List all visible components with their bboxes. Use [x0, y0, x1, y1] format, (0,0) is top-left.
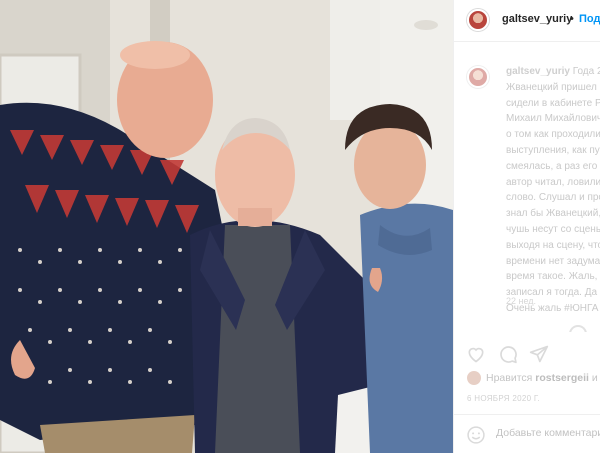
add-comment-bar: [454, 414, 600, 453]
likes-summary[interactable]: Нравится rostsergeii и: [467, 371, 598, 385]
photo-illustration: [0, 0, 453, 453]
caption-avatar[interactable]: [467, 66, 489, 88]
likes-prefix: Нравится: [486, 371, 536, 384]
caption-body: galtsev_yuriy Года 2 назад Жванецкий при…: [506, 64, 600, 317]
caption-username[interactable]: galtsev_yuriy: [506, 66, 570, 77]
share-icon[interactable]: [529, 344, 549, 364]
post-actions: [454, 340, 600, 370]
post-header: galtsev_yuriy • Подписаться: [454, 0, 600, 42]
post-date[interactable]: 6 НОЯБРЯ 2020 Г.: [467, 394, 540, 403]
smile-icon[interactable]: [466, 425, 486, 445]
post-sidebar: galtsev_yuriy • Подписаться galtsev_yuri…: [453, 0, 600, 453]
comment-icon[interactable]: [498, 344, 518, 364]
likes-suffix: и: [588, 371, 598, 384]
post-photo[interactable]: [0, 0, 453, 453]
author-username[interactable]: galtsev_yuriy: [502, 13, 572, 25]
caption-time-ago: 22 нед.: [506, 296, 537, 306]
comment-input[interactable]: [496, 427, 600, 439]
author-avatar[interactable]: [467, 9, 489, 31]
liker-avatar: [467, 371, 481, 385]
heart-icon[interactable]: [466, 344, 486, 364]
header-separator: •: [570, 13, 574, 25]
follow-button[interactable]: Подписаться: [579, 13, 600, 25]
post-caption: galtsev_yuriy Года 2 назад Жванецкий при…: [454, 42, 600, 332]
spinner-icon: [569, 325, 587, 332]
liker-username[interactable]: rostsergeii: [535, 372, 589, 384]
caption-text: Года 2 назад Жванецкий пришел в театр. М…: [506, 66, 600, 314]
